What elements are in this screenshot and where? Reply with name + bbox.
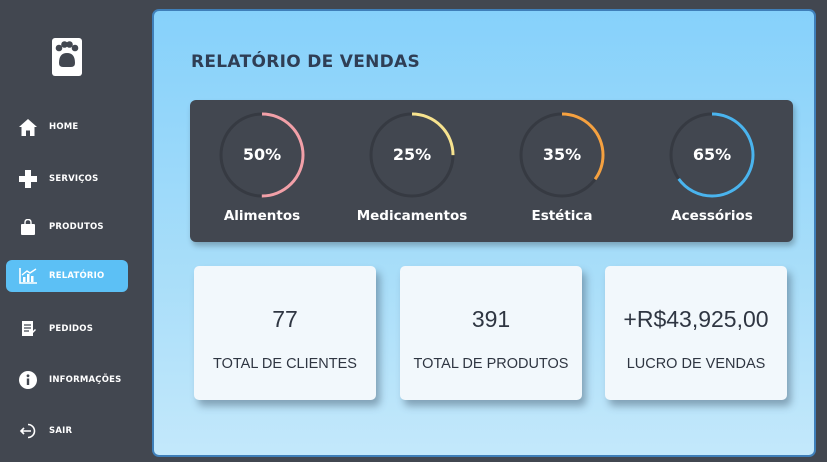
sidebar-item-label: SAIR bbox=[49, 426, 73, 436]
card-value: 77 bbox=[272, 306, 298, 332]
stat-percent: 65% bbox=[692, 145, 732, 164]
stat-percent: 25% bbox=[392, 145, 432, 164]
home-icon bbox=[18, 117, 38, 137]
card-label: LUCRO DE VENDAS bbox=[626, 356, 766, 372]
sidebar-item-label: PEDIDOS bbox=[49, 324, 94, 334]
sidebar-item-pedidos[interactable]: PEDIDOS bbox=[6, 313, 128, 345]
info-icon bbox=[18, 370, 38, 390]
logout-icon bbox=[18, 421, 38, 441]
stat-label: Alimentos bbox=[223, 208, 301, 224]
stat-medicamentos: 25% Medicamentos bbox=[340, 100, 490, 242]
card-total-produtos: 391 TOTAL DE PRODUTOS bbox=[400, 266, 582, 400]
sidebar-item-label: PRODUTOS bbox=[49, 222, 104, 232]
stat-estetica: 35% Estética bbox=[490, 100, 640, 242]
card-value: 391 bbox=[471, 306, 511, 332]
card-label: TOTAL DE PRODUTOS bbox=[413, 356, 569, 372]
sidebar-item-label: HOME bbox=[49, 122, 79, 132]
sidebar-item-sair[interactable]: SAIR bbox=[6, 415, 128, 447]
sidebar-item-produtos[interactable]: PRODUTOS bbox=[6, 211, 128, 243]
sidebar-item-informacoes[interactable]: INFORMAÇÕES bbox=[6, 364, 128, 396]
plus-icon bbox=[18, 169, 38, 189]
stat-alimentos: 50% Alimentos bbox=[190, 100, 340, 242]
sidebar-item-home[interactable]: HOME bbox=[6, 111, 128, 143]
sidebar-item-servicos[interactable]: SERVIÇOS bbox=[6, 163, 128, 195]
stat-percent: 35% bbox=[542, 145, 582, 164]
stats-panel: 50% Alimentos 25% Medicamentos 35% Estét… bbox=[190, 100, 793, 242]
stat-label: Acessórios bbox=[671, 208, 753, 224]
stat-acessorios: 65% Acessórios bbox=[640, 100, 790, 242]
sidebar: HOME SERVIÇOS PRODUTOS RELATÓRIO PEDIDOS… bbox=[0, 0, 140, 462]
page-title: RELATÓRIO DE VENDAS bbox=[191, 52, 421, 72]
card-lucro-vendas: +R$43,925,00 LUCRO DE VENDAS bbox=[605, 266, 787, 400]
sidebar-item-label: SERVIÇOS bbox=[49, 174, 99, 184]
sidebar-item-label: RELATÓRIO bbox=[49, 271, 105, 281]
orders-icon bbox=[18, 319, 38, 339]
card-value: +R$43,925,00 bbox=[623, 306, 769, 332]
stat-label: Medicamentos bbox=[356, 208, 468, 224]
main-content: RELATÓRIO DE VENDAS 50% Alimentos 25% Me… bbox=[152, 9, 816, 457]
paw-icon bbox=[52, 38, 82, 76]
sidebar-item-label: INFORMAÇÕES bbox=[49, 375, 122, 385]
bar-chart-icon bbox=[18, 266, 38, 286]
card-total-clientes: 77 TOTAL DE CLIENTES bbox=[194, 266, 376, 400]
stat-label: Estética bbox=[531, 208, 593, 224]
sidebar-item-relatorio[interactable]: RELATÓRIO bbox=[6, 260, 128, 292]
card-label: TOTAL DE CLIENTES bbox=[213, 356, 357, 372]
stat-percent: 50% bbox=[242, 145, 282, 164]
shopping-bag-icon bbox=[18, 217, 38, 237]
